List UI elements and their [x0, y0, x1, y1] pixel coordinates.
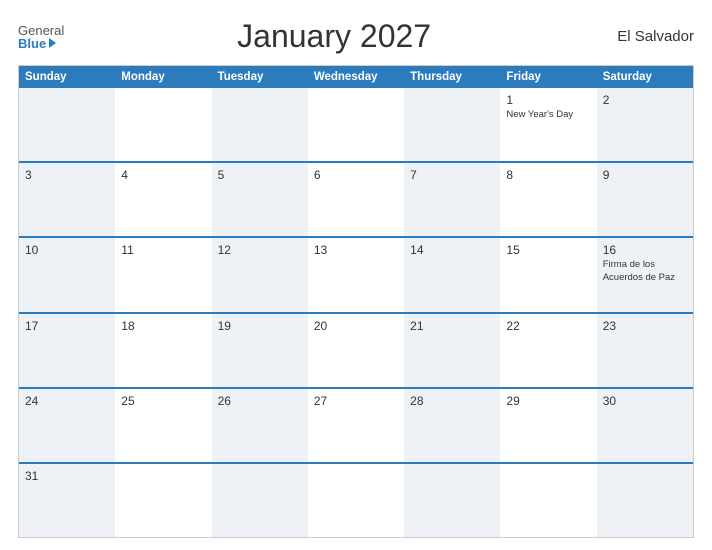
calendar-grid: SundayMondayTuesdayWednesdayThursdayFrid… [18, 65, 694, 538]
week-row-3: 10 11 12 13 14 15 16 Firma de los Acuerdos de P… [19, 236, 693, 311]
day-cell: 22 [500, 314, 596, 387]
day-number: 31 [25, 469, 109, 483]
day-number: 1 [506, 93, 590, 107]
day-cell: 24 [19, 389, 115, 462]
day-cell: 30 [597, 389, 693, 462]
day-cell [308, 88, 404, 161]
day-number: 8 [506, 168, 590, 182]
calendar-title: January 2027 [64, 18, 604, 55]
day-cell: 31 [19, 464, 115, 537]
header: General Blue January 2027 El Salvador [18, 18, 694, 55]
day-cell: 19 [212, 314, 308, 387]
day-cell: 13 [308, 238, 404, 311]
day-cell: 4 [115, 163, 211, 236]
day-number: 28 [410, 394, 494, 408]
day-number: 19 [218, 319, 302, 333]
day-cell: 20 [308, 314, 404, 387]
day-number: 22 [506, 319, 590, 333]
day-number: 9 [603, 168, 687, 182]
day-cell: 16 Firma de los Acuerdos de Paz [597, 238, 693, 311]
day-number: 25 [121, 394, 205, 408]
day-cell [115, 88, 211, 161]
day-number: 5 [218, 168, 302, 182]
logo-blue-text: Blue [18, 37, 56, 50]
day-header-friday: Friday [500, 66, 596, 88]
day-number: 4 [121, 168, 205, 182]
day-cell: 21 [404, 314, 500, 387]
day-number: 6 [314, 168, 398, 182]
day-cell: 6 [308, 163, 404, 236]
day-cell: 12 [212, 238, 308, 311]
day-number: 27 [314, 394, 398, 408]
day-number: 20 [314, 319, 398, 333]
day-number: 21 [410, 319, 494, 333]
holiday-name: Firma de los Acuerdos de Paz [603, 259, 687, 284]
day-cell: 11 [115, 238, 211, 311]
day-number: 24 [25, 394, 109, 408]
day-header-tuesday: Tuesday [212, 66, 308, 88]
day-cell [308, 464, 404, 537]
week-row-6: 31 [19, 462, 693, 537]
week-row-5: 24 25 26 27 28 29 30 [19, 387, 693, 462]
day-cell: 5 [212, 163, 308, 236]
day-number: 13 [314, 243, 398, 257]
day-cell [597, 464, 693, 537]
day-header-sunday: Sunday [19, 66, 115, 88]
day-cell: 17 [19, 314, 115, 387]
day-cell: 9 [597, 163, 693, 236]
day-number: 2 [603, 93, 687, 107]
logo: General Blue [18, 24, 64, 50]
day-cell [404, 464, 500, 537]
day-cell: 8 [500, 163, 596, 236]
week-row-2: 3456789 [19, 161, 693, 236]
day-number: 3 [25, 168, 109, 182]
logo-general-text: General [18, 24, 64, 37]
logo-triangle-icon [49, 38, 56, 48]
day-cell: 3 [19, 163, 115, 236]
day-number: 15 [506, 243, 590, 257]
day-cell: 27 [308, 389, 404, 462]
week-row-1: 1 New Year's Day 2 [19, 88, 693, 161]
day-number: 18 [121, 319, 205, 333]
day-cell: 14 [404, 238, 500, 311]
day-number: 17 [25, 319, 109, 333]
day-cell [115, 464, 211, 537]
day-cell [500, 464, 596, 537]
day-number: 26 [218, 394, 302, 408]
day-cell: 7 [404, 163, 500, 236]
day-cell [19, 88, 115, 161]
day-cell: 29 [500, 389, 596, 462]
day-cell: 10 [19, 238, 115, 311]
day-header-monday: Monday [115, 66, 211, 88]
week-row-4: 17 18 19 20 21 22 23 [19, 312, 693, 387]
day-cell: 25 [115, 389, 211, 462]
day-cell [404, 88, 500, 161]
day-cell [212, 464, 308, 537]
day-cell: 28 [404, 389, 500, 462]
day-number: 30 [603, 394, 687, 408]
day-number: 23 [603, 319, 687, 333]
day-number: 10 [25, 243, 109, 257]
day-header-wednesday: Wednesday [308, 66, 404, 88]
day-number: 16 [603, 243, 687, 257]
weeks-container: 1New Year's Day2345678910111213141516Fir… [19, 88, 693, 537]
day-number: 12 [218, 243, 302, 257]
day-cell: 2 [597, 88, 693, 161]
calendar-page: General Blue January 2027 El Salvador Su… [0, 0, 712, 550]
day-cell [212, 88, 308, 161]
day-cell: 23 [597, 314, 693, 387]
holiday-name: New Year's Day [506, 109, 590, 121]
day-number: 11 [121, 243, 205, 257]
day-cell: 15 [500, 238, 596, 311]
day-headers: SundayMondayTuesdayWednesdayThursdayFrid… [19, 66, 693, 88]
day-cell: 18 [115, 314, 211, 387]
day-header-saturday: Saturday [597, 66, 693, 88]
country-label: El Salvador [604, 28, 694, 45]
day-number: 29 [506, 394, 590, 408]
day-cell: 26 [212, 389, 308, 462]
day-number: 7 [410, 168, 494, 182]
day-number: 14 [410, 243, 494, 257]
day-header-thursday: Thursday [404, 66, 500, 88]
day-cell: 1 New Year's Day [500, 88, 596, 161]
